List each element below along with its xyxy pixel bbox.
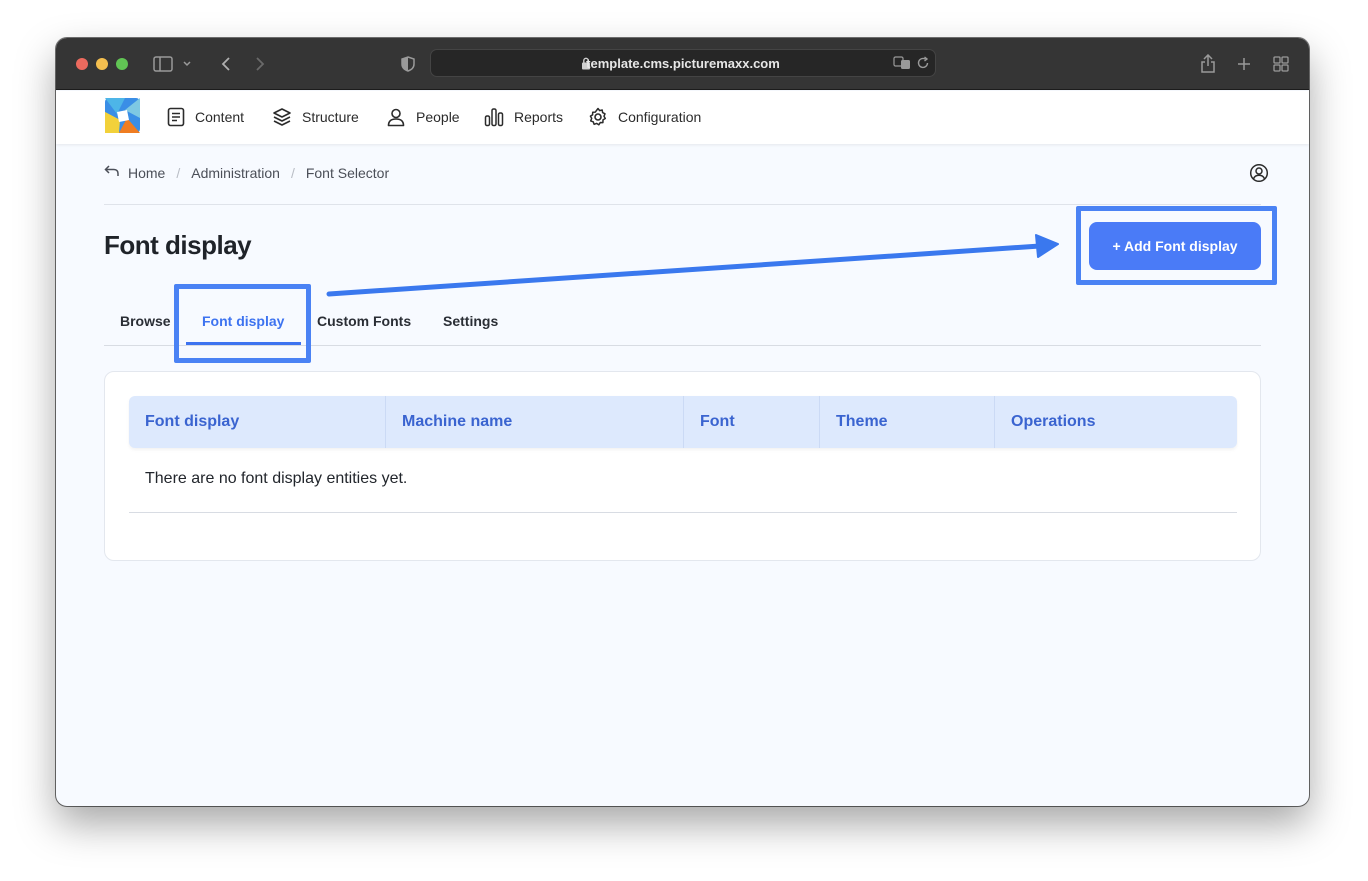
breadcrumb-administration[interactable]: Administration	[191, 165, 280, 181]
nav-configuration[interactable]: Configuration	[588, 106, 701, 128]
bar-chart-icon	[484, 108, 504, 127]
breadcrumb-separator: /	[290, 164, 295, 181]
tabs-divider	[104, 345, 1261, 346]
site-logo[interactable]	[105, 98, 140, 133]
gear-icon	[589, 107, 607, 126]
header-divider	[104, 204, 1261, 205]
nav-people[interactable]: People	[386, 106, 460, 128]
user-account-icon[interactable]	[1249, 163, 1269, 188]
column-header-operations: Operations	[994, 396, 1237, 448]
nav-content-label: Content	[195, 109, 245, 125]
url-text: template.cms.picturemaxx.com	[586, 56, 780, 71]
translate-icon[interactable]	[893, 56, 911, 75]
column-header-machine-name: Machine name	[385, 396, 683, 448]
back-arrow-icon[interactable]	[104, 164, 120, 181]
column-header-theme: Theme	[819, 396, 994, 448]
new-tab-icon[interactable]	[1234, 52, 1254, 76]
browser-window: template.cms.picturemaxx.com Content Str…	[56, 38, 1309, 806]
nav-configuration-label: Configuration	[618, 109, 702, 125]
empty-table-message: There are no font display entities yet.	[145, 470, 408, 487]
nav-structure[interactable]: Structure	[272, 106, 359, 128]
person-icon	[387, 108, 405, 127]
browser-toolbar: template.cms.picturemaxx.com	[56, 38, 1309, 90]
admin-toolbar: Content Structure People Reports Configu…	[56, 91, 1309, 144]
table-bottom-divider	[129, 512, 1237, 513]
nav-reports[interactable]: Reports	[484, 106, 563, 128]
breadcrumb: Home / Administration / Font Selector	[104, 164, 389, 181]
reload-icon[interactable]	[916, 56, 930, 75]
sidebar-toggle-icon[interactable]	[152, 52, 192, 76]
table-card: Font display Machine name Font Theme Ope…	[104, 371, 1261, 561]
tab-settings[interactable]: Settings	[443, 313, 498, 329]
tabs: Browse Font display Custom Fonts Setting…	[104, 306, 1261, 346]
nav-reports-label: Reports	[514, 109, 564, 125]
close-window-button[interactable]	[76, 58, 88, 70]
layers-icon	[273, 108, 291, 126]
add-font-display-button[interactable]: + Add Font display	[1089, 222, 1261, 270]
forward-icon[interactable]	[250, 52, 270, 76]
breadcrumb-separator: /	[176, 164, 181, 181]
privacy-shield-icon[interactable]	[398, 52, 418, 76]
tab-browse[interactable]: Browse	[120, 313, 171, 329]
column-header-font-display: Font display	[145, 413, 240, 430]
address-bar[interactable]: template.cms.picturemaxx.com	[430, 49, 936, 77]
table-header: Font display Machine name Font Theme Ope…	[129, 396, 1237, 448]
tab-custom-fonts[interactable]: Custom Fonts	[317, 313, 411, 329]
tab-overview-icon[interactable]	[1271, 52, 1291, 76]
page-title: Font display	[104, 230, 252, 260]
column-header-font: Font	[683, 396, 819, 448]
active-tab-indicator	[186, 342, 301, 345]
breadcrumb-home[interactable]: Home	[128, 165, 165, 181]
zoom-window-button[interactable]	[116, 58, 128, 70]
breadcrumb-font-selector[interactable]: Font Selector	[306, 165, 389, 181]
nav-structure-label: Structure	[302, 109, 359, 125]
back-icon[interactable]	[216, 52, 236, 76]
share-icon[interactable]	[1198, 52, 1218, 76]
nav-people-label: People	[416, 109, 460, 125]
nav-content[interactable]: Content	[167, 106, 244, 128]
document-icon	[167, 107, 185, 127]
tab-font-display[interactable]: Font display	[202, 313, 284, 329]
minimize-window-button[interactable]	[96, 58, 108, 70]
